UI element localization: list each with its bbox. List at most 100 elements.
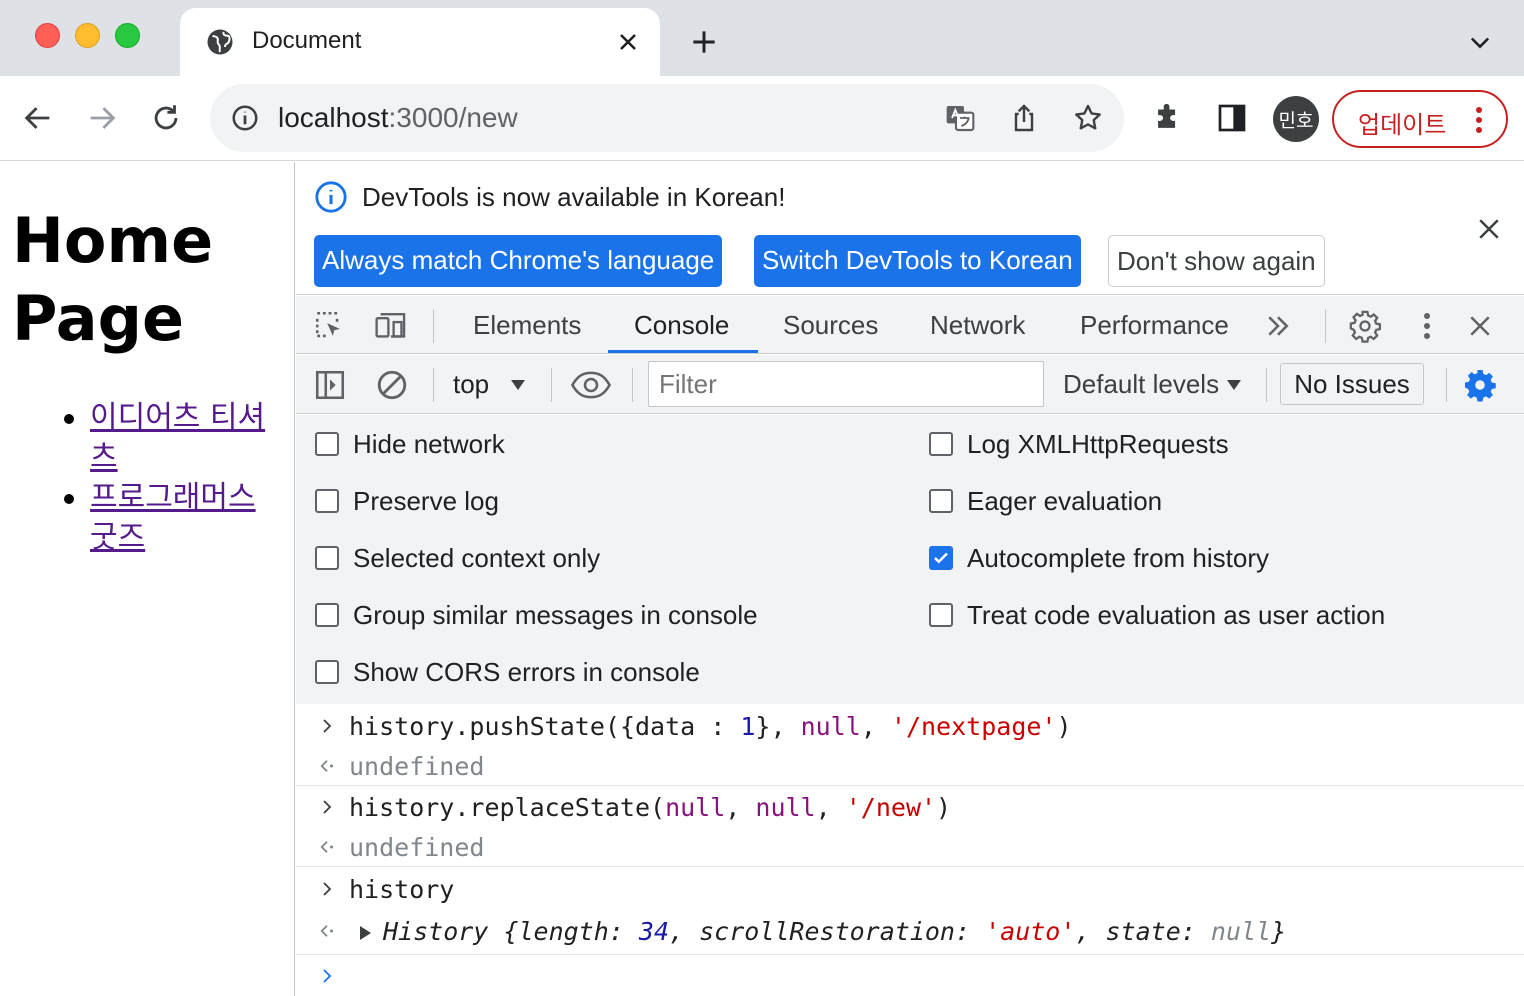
option-selected-context[interactable]: Selected context only: [315, 541, 600, 575]
devtools-settings-button[interactable]: [1348, 309, 1382, 343]
code-paren: ): [936, 793, 952, 822]
language-infobar: DevTools is now available in Korean! Alw…: [296, 162, 1524, 295]
console-settings-button[interactable]: [1462, 367, 1498, 403]
option-label: Group similar messages in console: [353, 599, 758, 630]
tab-console[interactable]: Console: [634, 310, 729, 341]
block-icon: [377, 370, 407, 400]
option-preserve-log[interactable]: Preserve log: [315, 484, 499, 518]
eye-icon: [571, 371, 611, 399]
url-host: localhost: [278, 102, 389, 133]
caret-down-icon: [1227, 380, 1241, 390]
inspect-element-button[interactable]: [313, 309, 347, 343]
console-result: undefined: [349, 752, 485, 781]
code-number: 1: [740, 712, 756, 741]
divider: [296, 866, 1524, 867]
close-devtools-button[interactable]: [1463, 309, 1497, 343]
separator: [433, 309, 434, 343]
option-hide-network[interactable]: Hide network: [315, 427, 505, 461]
console-output[interactable]: history.pushState({data : 1}, null, '/ne…: [296, 704, 1524, 996]
show-sidebar-button[interactable]: [312, 367, 348, 403]
new-tab-icon[interactable]: [688, 26, 720, 58]
console-result-line: undefined: [296, 827, 1524, 867]
tab-elements[interactable]: Elements: [473, 310, 581, 341]
address-bar[interactable]: localhost:3000/new: [210, 84, 1124, 152]
active-tab-indicator: [608, 350, 758, 353]
code-paren: ): [1056, 712, 1072, 741]
minimize-window-button[interactable]: [75, 23, 100, 48]
option-eager-evaluation[interactable]: Eager evaluation: [929, 484, 1162, 518]
close-infobar-icon[interactable]: [1474, 214, 1504, 244]
expand-triangle-icon[interactable]: [358, 926, 372, 940]
option-label: Log XMLHttpRequests: [967, 428, 1229, 459]
history-object-preview[interactable]: History {length: 34, scrollRestoration: …: [383, 917, 1286, 946]
side-panel-button[interactable]: [1212, 98, 1252, 138]
link-programmers-goods[interactable]: 프로그래머스 굿즈: [90, 480, 256, 555]
tab-performance[interactable]: Performance: [1080, 310, 1229, 341]
code-fn: history.replaceState(: [349, 793, 666, 822]
option-label: Eager evaluation: [967, 485, 1163, 516]
option-label: Show CORS errors in console: [353, 656, 700, 687]
option-autocomplete-history[interactable]: Autocomplete from history: [929, 541, 1269, 575]
code-comma: ,: [725, 793, 756, 822]
extensions-button[interactable]: [1148, 98, 1188, 138]
treat-as-user-action-checkbox[interactable]: [929, 603, 953, 627]
console-command: history: [349, 875, 455, 904]
divider: [296, 785, 1524, 786]
forward-button[interactable]: [82, 98, 122, 138]
preserve-log-checkbox[interactable]: [315, 489, 339, 513]
tab-title: Document: [252, 27, 362, 54]
context-selector[interactable]: top: [453, 369, 489, 400]
console-toolbar: top Default levels No Issues: [296, 355, 1524, 414]
switch-to-korean-button[interactable]: Switch DevTools to Korean: [754, 235, 1081, 287]
back-button[interactable]: [18, 98, 58, 138]
zoom-window-button[interactable]: [115, 23, 140, 48]
tab-network[interactable]: Network: [930, 310, 1025, 341]
live-expression-button[interactable]: [570, 367, 612, 403]
chevron-down-icon[interactable]: [1464, 28, 1496, 56]
reload-button[interactable]: [146, 98, 186, 138]
close-window-button[interactable]: [35, 23, 60, 48]
bookmark-button[interactable]: [1071, 101, 1105, 135]
side-panel-icon: [1218, 104, 1246, 132]
code-fn: history.pushState(: [349, 712, 620, 741]
inspect-icon: [315, 311, 340, 338]
option-show-cors[interactable]: Show CORS errors in console: [315, 655, 700, 689]
log-levels-dropdown[interactable]: Default levels: [1063, 369, 1219, 400]
customize-devtools-button[interactable]: [1410, 309, 1444, 343]
prop-key: state: [1105, 917, 1181, 946]
device-toolbar-button[interactable]: [374, 309, 408, 343]
option-log-xhr[interactable]: Log XMLHttpRequests: [929, 427, 1229, 461]
filter-input[interactable]: [648, 361, 1044, 407]
selected-context-checkbox[interactable]: [315, 546, 339, 570]
tab-document[interactable]: Document: [180, 8, 660, 76]
log-xhr-checkbox[interactable]: [929, 432, 953, 456]
translate-button[interactable]: [943, 101, 977, 135]
tab-sources[interactable]: Sources: [783, 310, 878, 341]
site-info-icon[interactable]: [230, 103, 260, 133]
close-tab-icon[interactable]: [614, 28, 642, 56]
link-idiots-tshirts[interactable]: 이디어츠 티셔츠: [90, 400, 265, 475]
update-button[interactable]: 업데이트: [1332, 90, 1508, 148]
hide-network-checkbox[interactable]: [315, 432, 339, 456]
clear-console-button[interactable]: [374, 367, 410, 403]
issues-button[interactable]: No Issues: [1280, 363, 1424, 405]
option-label: Treat code evaluation as user action: [967, 599, 1386, 630]
separator: [1325, 309, 1326, 343]
separator: [1446, 368, 1447, 402]
option-treat-as-user-action[interactable]: Treat code evaluation as user action: [929, 598, 1385, 632]
code-obj: },: [755, 712, 801, 741]
divider: [296, 954, 1524, 955]
show-cors-checkbox[interactable]: [315, 660, 339, 684]
share-icon: [1014, 104, 1034, 132]
console-prompt[interactable]: [296, 956, 1524, 996]
more-tabs-button[interactable]: [1261, 309, 1295, 343]
share-button[interactable]: [1007, 101, 1041, 135]
profile-avatar[interactable]: 민호: [1273, 96, 1319, 142]
always-match-language-button[interactable]: Always match Chrome's language: [314, 235, 723, 287]
option-group-similar[interactable]: Group similar messages in console: [315, 598, 758, 632]
eager-evaluation-checkbox[interactable]: [929, 489, 953, 513]
autocomplete-history-checkbox[interactable]: [929, 546, 953, 570]
dont-show-again-button[interactable]: Don't show again: [1108, 235, 1325, 287]
group-similar-checkbox[interactable]: [315, 603, 339, 627]
prop-key: length: [518, 917, 609, 946]
